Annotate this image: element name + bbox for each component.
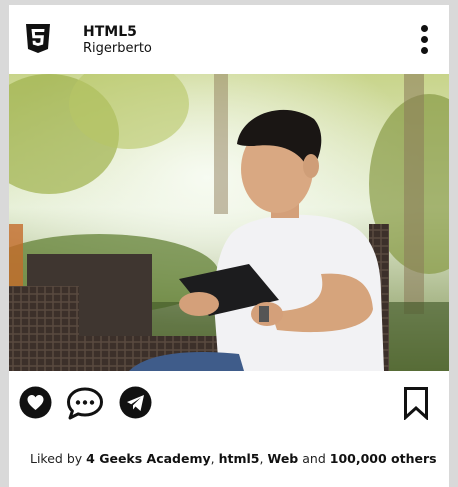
speech-bubble-icon[interactable] [66, 386, 104, 422]
photo-image [9, 74, 449, 371]
paper-plane-icon[interactable] [119, 386, 152, 419]
bookmark-icon[interactable] [403, 386, 429, 420]
more-options-icon[interactable] [415, 25, 433, 55]
account-name[interactable]: HTML5 [83, 24, 137, 40]
post-card: HTML5 Rigerberto Liked by 4 Geeks Academ… [9, 5, 449, 487]
html5-logo-icon[interactable] [25, 24, 51, 53]
liker-name[interactable]: html5 [219, 451, 260, 466]
post-actions [9, 386, 449, 426]
likes-prefix: Liked by [30, 451, 83, 466]
username[interactable]: Rigerberto [83, 41, 152, 56]
likes-others-link[interactable]: 100,000 others [330, 451, 437, 466]
heart-icon[interactable] [19, 386, 52, 419]
liker-name[interactable]: 4 Geeks Academy [86, 451, 211, 466]
liker-name[interactable]: Web [267, 451, 298, 466]
likes-summary: Liked by 4 Geeks Academy, html5, Web and… [30, 451, 437, 466]
post-header: HTML5 Rigerberto [9, 5, 449, 75]
likes-conjunction: and [302, 451, 326, 466]
post-photo[interactable] [9, 74, 449, 371]
